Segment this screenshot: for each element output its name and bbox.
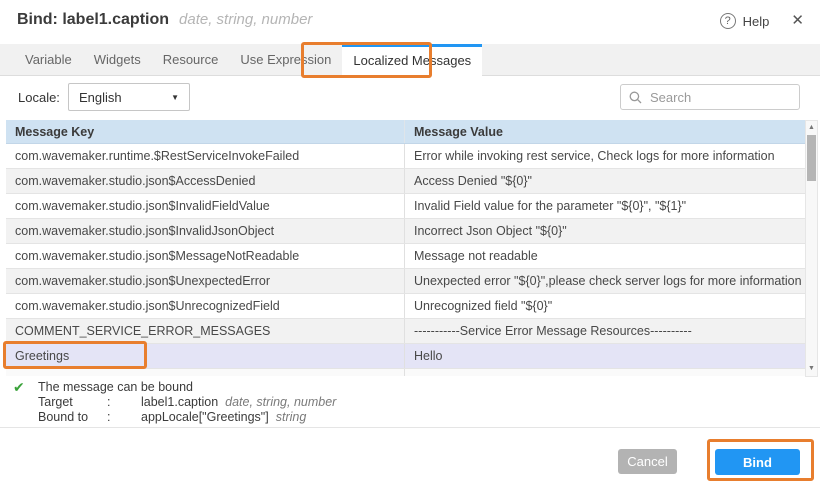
table-row[interactable]: COMMENT_SERVICE_ERROR_MESSAGES ---------… [6, 319, 805, 344]
message-key-cell: com.wavemaker.studio.json$UnrecognizedFi… [6, 294, 405, 318]
table-row[interactable]: com.wavemaker.studio.json$AccessDenied A… [6, 169, 805, 194]
table-row[interactable]: com.wavemaker.studio.json$UnexpectedErro… [6, 269, 805, 294]
table-row[interactable]: Greetings Hello [6, 344, 805, 369]
bind-button[interactable]: Bind [715, 449, 800, 475]
table-row[interactable]: com.wavemaker.studio.json$UnrecognizedFi… [6, 294, 805, 319]
message-value-cell: Error while invoking rest service, Check… [405, 144, 805, 168]
target-value: label1.caption [141, 395, 218, 409]
table-scrollbar[interactable]: ▲ ▼ [805, 120, 818, 377]
table-row[interactable]: com.wavemaker.studio.json$InvalidJsonObj… [6, 219, 805, 244]
message-value-cell: Incorrect Json Object "${0}" [405, 219, 805, 243]
dialog-title-text: Bind: label1.caption [17, 11, 169, 28]
messages-table: Message Key Message Value com.wavemaker.… [6, 120, 818, 377]
message-key-cell: COMMENT_SERVICE_ERROR_MESSAGES [6, 319, 405, 343]
table-row[interactable]: com.wavemaker.studio.json$MessageNotRead… [6, 244, 805, 269]
table-row[interactable]: com.wavemaker.runtime.$RestServiceInvoke… [6, 144, 805, 169]
message-key-cell: com.wavemaker.studio.json$AccessDenied [6, 169, 405, 193]
search-icon [629, 91, 642, 104]
tab-widgets[interactable]: Widgets [83, 44, 152, 75]
cancel-button[interactable]: Cancel [618, 449, 677, 474]
status-target-line: Target : label1.caption date, string, nu… [38, 395, 336, 409]
locale-selected-value: English [79, 90, 122, 105]
message-value-cell: -----------Service Error Message Resourc… [405, 319, 805, 343]
message-value-cell: Unexpected error "${0}",please check ser… [405, 269, 805, 293]
message-value-cell: Message not readable [405, 244, 805, 268]
tab-variable[interactable]: Variable [14, 44, 83, 75]
tab-use-expression[interactable]: Use Expression [229, 44, 342, 75]
chevron-down-icon: ▼ [171, 93, 179, 102]
message-value-cell: Hello [405, 344, 805, 368]
table-header: Message Key Message Value [6, 120, 805, 144]
dialog-title-types: date, string, number [179, 11, 312, 28]
help-button[interactable]: Help [743, 14, 770, 29]
bound-to-separator: : [107, 410, 141, 424]
close-icon[interactable]: ✕ [791, 13, 804, 29]
message-value-cell: Invalid Field value for the parameter "$… [405, 194, 805, 218]
bound-to-label: Bound to [38, 410, 107, 424]
header-actions: ? Help ✕ [720, 13, 804, 29]
scrollbar-down-icon[interactable]: ▼ [806, 363, 817, 375]
message-key-cell: com.wavemaker.studio.json$InvalidJsonObj… [6, 219, 405, 243]
message-key-cell: Greetings [6, 344, 405, 368]
table-body: com.wavemaker.runtime.$RestServiceInvoke… [6, 144, 805, 369]
message-key-cell: com.wavemaker.studio.json$MessageNotRead… [6, 244, 405, 268]
tab-bar: Variable Widgets Resource Use Expression… [0, 44, 820, 76]
bound-to-type: string [276, 410, 307, 424]
locale-label: Locale: [18, 90, 60, 105]
column-header-message-value[interactable]: Message Value [405, 120, 805, 143]
bound-to-value: appLocale["Greetings"] [141, 410, 269, 424]
message-value-cell: Access Denied "${0}" [405, 169, 805, 193]
dialog-title: Bind: label1.caption date, string, number [17, 11, 312, 29]
checkmark-icon: ✔ [13, 379, 25, 396]
status-bound-line: Bound to : appLocale["Greetings"] string [38, 410, 306, 424]
scrollbar-thumb[interactable] [807, 135, 816, 181]
message-key-cell: com.wavemaker.studio.json$InvalidFieldVa… [6, 194, 405, 218]
target-separator: : [107, 395, 141, 409]
table-row-partial [6, 369, 805, 376]
table-grid: Message Key Message Value com.wavemaker.… [6, 120, 805, 377]
search-box [620, 84, 800, 110]
tab-resource[interactable]: Resource [152, 44, 230, 75]
table-row[interactable]: com.wavemaker.studio.json$InvalidFieldVa… [6, 194, 805, 219]
tab-localized-messages[interactable]: Localized Messages [342, 44, 482, 76]
column-header-message-key[interactable]: Message Key [6, 120, 405, 143]
message-value-cell: Unrecognized field "${0}" [405, 294, 805, 318]
locale-select[interactable]: English ▼ [68, 83, 190, 111]
target-types: date, string, number [225, 395, 336, 409]
status-message: The message can be bound [38, 380, 193, 394]
footer-divider [0, 427, 820, 428]
bind-dialog: Bind: label1.caption date, string, number… [0, 0, 820, 486]
target-label: Target [38, 395, 107, 409]
help-icon[interactable]: ? [720, 13, 736, 29]
message-key-cell: com.wavemaker.studio.json$UnexpectedErro… [6, 269, 405, 293]
message-key-cell: com.wavemaker.runtime.$RestServiceInvoke… [6, 144, 405, 168]
scrollbar-up-icon[interactable]: ▲ [806, 122, 817, 134]
search-input[interactable] [648, 89, 791, 106]
